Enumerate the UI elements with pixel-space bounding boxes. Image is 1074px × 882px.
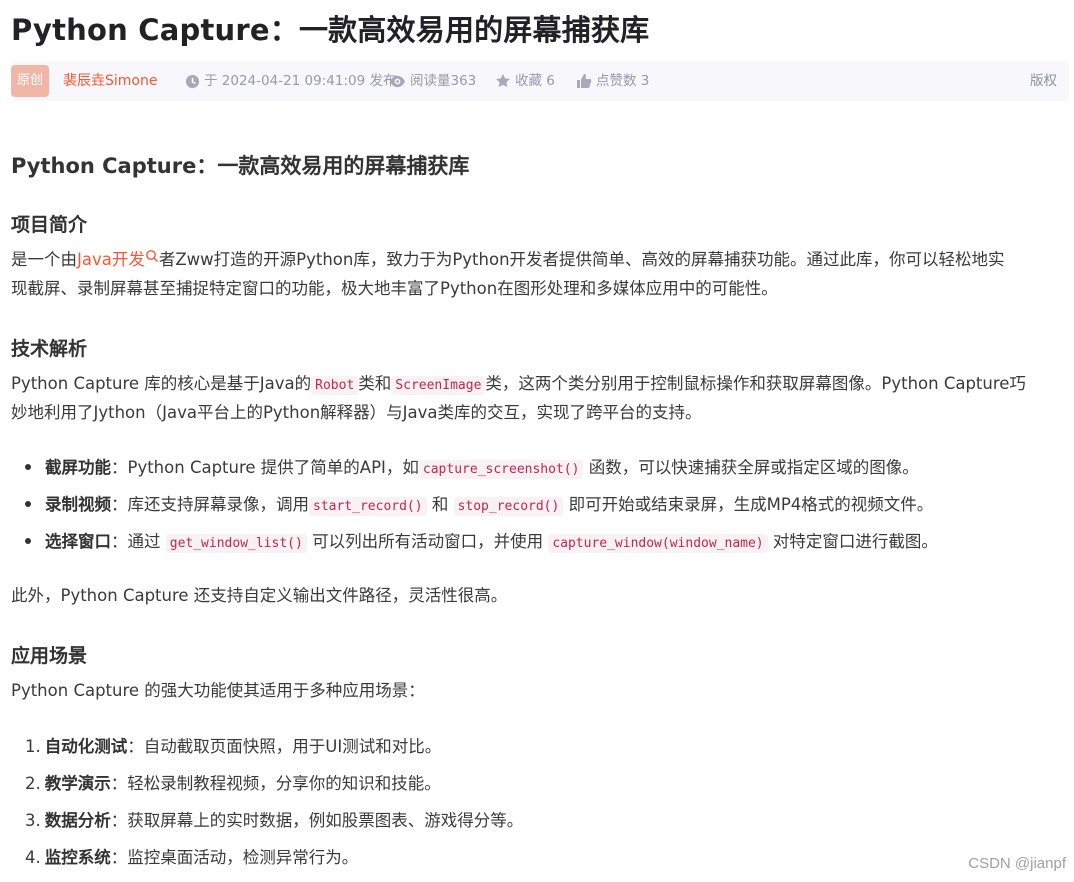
publish-time-text: 于 2024-04-21 09:41:09 发布 [204,73,397,89]
eye-icon [389,75,406,87]
code-capture-screenshot: capture_screenshot() [418,460,584,479]
original-badge: 原创 [11,65,49,97]
tech-text-b: 类和 [358,374,392,393]
java-dev-link[interactable]: Java开发 [77,250,159,269]
search-icon [145,250,158,262]
app-text: ：获取屏幕上的实时数据，例如股票图表、游戏得分等。 [110,811,524,830]
feature-text: ：通过 [111,532,161,551]
app-title: 监控系统 [44,848,111,867]
list-number: 4. [25,848,41,867]
article-meta-bar: 原创 裴辰垚Simone 于 2024-04-21 09:41:09 发布 阅读… [11,61,1069,101]
bullet-dot [25,537,31,544]
list-item: 3. 数据分析：获取屏幕上的实时数据，例如股票图表、游戏得分等。 [25,806,523,835]
feature-title: 录制视频 [45,495,111,514]
list-number: 2. [25,774,41,793]
copyright-link[interactable]: 版权 [1030,61,1057,101]
favorite-count[interactable]: 收藏 6 [495,61,555,101]
section-heading-tech: 技术解析 [11,338,88,360]
list-item: 1. 自动化测试：自动截取页面快照，用于UI测试和对比。 [25,732,441,761]
code-capture-window: capture_window(window_name) [548,534,768,553]
list-item: 4. 监控系统：监控桌面活动，检测异常行为。 [25,843,358,872]
feature-text: 和 [431,495,449,514]
app-text: ：轻松录制教程视频，分享你的知识和技能。 [110,774,441,793]
section-heading-apps: 应用场景 [11,645,88,667]
list-item: 2. 教学演示：轻松录制教程视频，分享你的知识和技能。 [25,769,441,798]
code-start-record: start_record() [309,497,427,516]
feature-text: 函数，可以快速捕获全屏或指定区域的图像。 [588,458,919,477]
favorite-count-text: 收藏 6 [515,73,555,89]
list-item: 截屏功能：Python Capture 提供了简单的API，如 capture_s… [25,453,919,484]
csdn-watermark: CSDN @jianpf [968,855,1066,872]
list-item: 选择窗口：通过 get_window_list() 可以列出所有活动窗口，并使用… [25,527,938,558]
feature-text: 可以列出所有活动窗口，并使用 [312,532,544,551]
tech-text-a: Python Capture 库的核心是基于Java的 [11,374,312,393]
feature-text: ：Python Capture 提供了简单的API，如 [111,458,419,477]
bullet-dot [25,500,31,507]
like-count-text: 点赞数 3 [596,73,650,89]
list-number: 3. [25,811,41,830]
content-heading: Python Capture：一款高效易用的屏幕捕获库 [11,154,470,178]
author-link[interactable]: 裴辰垚Simone [63,61,157,101]
code-stop-record: stop_record() [453,497,564,516]
app-text: ：自动截取页面快照，用于UI测试和对比。 [127,737,442,756]
intro-paragraph-line2: 现截屏、录制屏幕甚至捕捉特定窗口的功能，极大地丰富了Python在图形处理和多媒… [11,279,778,298]
java-dev-link-text: Java开发 [77,250,145,269]
tech-text-c: 类，这两个类分别用于控制鼠标操作和获取屏幕图像。Python Capture巧 [485,374,1026,393]
app-title: 数据分析 [44,811,111,830]
article: Python Capture：一款高效易用的屏幕捕获库 原创 裴辰垚Simone… [11,0,1069,867]
tech-paragraph-line1: Python Capture 库的核心是基于Java的 Robot 类和 Screen… [11,369,1069,400]
publish-time: 于 2024-04-21 09:41:09 发布 [185,61,396,101]
intro-paragraph-line1: 是一个由Java开发 者Zww打造的开源Python库，致力于为Python开发者… [11,245,1069,274]
read-count: 阅读量363 [389,61,476,101]
extra-paragraph: 此外，Python Capture 还支持自定义输出文件路径，灵活性很高。 [11,586,508,605]
app-title: 自动化测试 [44,737,128,756]
like-count[interactable]: 点赞数 3 [576,61,649,101]
feature-text: 对特定窗口进行截图。 [772,532,938,551]
tech-paragraph-line2: 妙地利用了Jython（Java平台上的Python解释器）与Java类库的交互… [11,403,702,422]
app-text: ：监控桌面活动，检测异常行为。 [110,848,359,867]
bullet-dot [25,463,31,470]
list-item: 录制视频：库还支持屏幕录像，调用 start_record() 和 stop_re… [25,490,933,521]
intro-text-cont: 者Zww打造的开源Python库，致力于为Python开发者提供简单、高效的屏幕… [158,250,1005,269]
list-number: 1. [25,737,41,756]
intro-text: 是一个由 [11,250,77,269]
feature-text: ：库还支持屏幕录像，调用 [111,495,309,514]
article-title: Python Capture：一款高效易用的屏幕捕获库 [11,13,650,47]
feature-title: 截屏功能 [45,458,111,477]
section-heading-intro: 项目简介 [11,214,88,236]
feature-title: 选择窗口 [45,532,111,551]
read-count-text: 阅读量363 [410,73,477,89]
feature-text: 即可开始或结束录屏，生成MP4格式的视频文件。 [568,495,934,514]
clock-icon [185,74,200,88]
app-title: 教学演示 [44,774,111,793]
code-get-window-list: get_window_list() [165,534,307,553]
code-robot: Robot [311,376,359,395]
apps-intro: Python Capture 的强大功能使其适用于多种应用场景： [11,681,425,700]
code-screenimage: ScreenImage [391,376,486,395]
star-icon [496,74,510,87]
thumb-up-icon [577,74,592,88]
